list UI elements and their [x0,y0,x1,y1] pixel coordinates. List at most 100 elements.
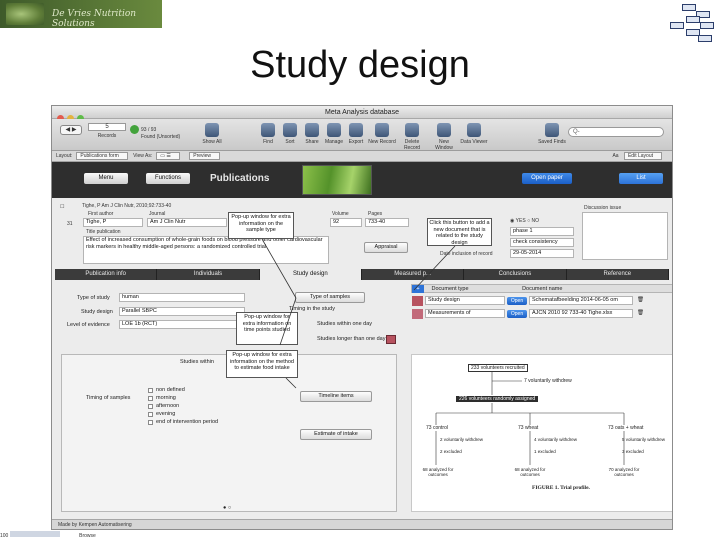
timing-checkbox[interactable] [148,420,153,425]
study-design-select[interactable]: Parallel SBPC [119,307,245,316]
edit-layout-button[interactable]: Edit Layout [623,152,662,160]
journal-field[interactable]: Am J Clin Nutr [147,218,227,227]
study-design-label: Study design [81,309,113,315]
tab-conclusions[interactable]: Conclusions [464,269,567,280]
publications-header: Menu Functions Publications Open paper L… [52,162,672,198]
discussion-field[interactable] [582,212,668,260]
sort-icon [283,123,297,137]
new-record-icon [375,123,389,137]
zoom-level[interactable]: 100 [0,533,8,539]
toolbar-item-new-record[interactable]: New Record [368,123,396,145]
toolbar-item-data-viewer[interactable]: Data Viewer [460,123,488,145]
open-document-button[interactable]: Open [507,297,527,305]
found-pie-icon [130,125,139,134]
yes-radio[interactable]: ◉ YES ○ NO [510,218,539,224]
show-all-button[interactable]: Show All [198,123,226,145]
doc-flag[interactable] [412,296,423,306]
arm-excluded: 3 excluded [622,449,644,454]
list-button[interactable]: List [619,173,663,184]
view-as-toggle[interactable]: ▭ ☰ [156,152,180,160]
slide-title: Study design [250,44,470,86]
tab-study-design[interactable]: Study design [259,269,362,280]
date-label: Date inclusion of record [440,251,493,257]
trash-icon[interactable]: 🗑 [637,310,644,316]
first-author-field[interactable]: Tighe, P [83,218,143,227]
layout-select[interactable]: Publications form [76,152,128,160]
delete-record-icon [405,123,419,137]
phase-select[interactable]: phase 1 [510,227,574,236]
timing-checkbox[interactable] [148,396,153,401]
arm-label: 73 wheat [518,425,539,431]
layout-bar: Layout: Publications form View As: ▭ ☰ Pre… [52,151,672,162]
menu-button[interactable]: Menu [84,173,128,184]
timing-option: afternoon [156,403,180,409]
mode-label[interactable]: Browse [79,533,96,539]
timeline-items-button[interactable]: Timeline items [300,391,372,402]
found-count: 93 / 93 [141,126,157,133]
toolbar-item-delete-record[interactable]: Delete Record [398,123,426,151]
font-size-button[interactable]: Aa [612,153,618,159]
toolbar-item-new-window[interactable]: New Window [430,123,458,151]
open-paper-button[interactable]: Open paper [522,173,572,184]
yes-label: YES [515,218,526,224]
records-control[interactable]: 5 Records [88,123,126,147]
arm-label: 73 oats + wheat [608,425,644,431]
doc-flag[interactable] [412,309,423,319]
open-document-button[interactable]: Open [507,310,527,318]
doc-name-field[interactable]: AJCN 2010 92 733-40 Tighe.xlsx [529,309,633,318]
preview-button[interactable]: Preview [189,152,221,160]
arm-analyzed: 68 analyzed for outcomes [514,467,546,477]
tab-individuals[interactable]: Individuals [157,269,260,280]
doc-type-select[interactable]: Measurements of [425,309,505,318]
study-design-content: Type of study human Study design Paralle… [55,280,672,519]
check-consistency-select[interactable]: check consistency [510,238,574,247]
tab-publication-info[interactable]: Publication info [55,269,158,280]
functions-button[interactable]: Functions [146,173,190,184]
doc-type-select[interactable]: Study design [425,296,505,305]
timing-checkbox[interactable] [148,404,153,409]
add-document-button[interactable]: + [412,285,424,293]
pages-field[interactable]: 733-40 [365,218,409,227]
share-icon [305,123,319,137]
estimate-intake-button[interactable]: Estimate of intake [300,429,372,440]
record-checkbox[interactable]: ☐ [60,204,64,210]
volume-field[interactable]: 92 [330,218,362,227]
within-one-day-label: Studies within one day [317,321,373,327]
title-field[interactable]: Effect of increased consumption of whole… [83,236,329,264]
longer-one-day-flag[interactable] [386,335,396,344]
timing-checkbox[interactable] [148,388,153,393]
timing-option: non defined [156,387,185,393]
figure-caption: FIGURE 1. Trial profile. [532,485,590,491]
trash-icon[interactable]: 🗑 [637,297,644,303]
pages-label: Pages [368,211,383,217]
timing-option: morning [156,395,176,401]
appraisal-button[interactable]: Appraisal [364,242,408,253]
record-nav-arrows[interactable]: ◀ ▶ [60,125,82,135]
timing-checkbox[interactable] [148,412,153,417]
callout-sample-type: Pop-up window for extra information on t… [228,212,294,239]
saved-finds-button[interactable]: Saved Finds [538,123,566,145]
record-number-field[interactable]: 5 [88,123,126,131]
type-of-study-select[interactable]: human [119,293,245,302]
manage-icon [327,123,341,137]
timing-samples-label: Timing of samples [86,395,131,401]
search-input[interactable]: Q- [568,127,664,137]
toolbar-item-export[interactable]: Export [342,123,370,145]
tab-bar: Publication info Individuals Study desig… [55,269,669,280]
data-viewer-icon [467,123,481,137]
level-of-evidence-select[interactable]: LOE 1b (RCT) [119,320,245,329]
title-bar: Meta Analysis database [52,106,672,122]
type-of-samples-button[interactable]: Type of samples [295,292,365,303]
found-status-label: Found (Unsorted) [141,134,181,140]
date-field[interactable]: 29-05-2014 [510,249,574,258]
saved-finds-label: Saved Finds [538,139,566,145]
toolbar-label: Sort [285,139,295,145]
callout-estimate: Pop-up window for extra information on t… [226,350,298,378]
withdrew-text: 7 voluntarily withdrew [524,378,572,384]
tab-measured-parameters[interactable]: Measured p... [361,269,465,280]
journal-label: Journal [149,211,166,217]
doc-name-field[interactable]: Schematafbeelding 2014-06-05 om [529,296,633,305]
tab-reference[interactable]: Reference [566,269,669,280]
progress-bar [9,531,60,537]
page-dots[interactable]: ● ○ [223,505,231,511]
